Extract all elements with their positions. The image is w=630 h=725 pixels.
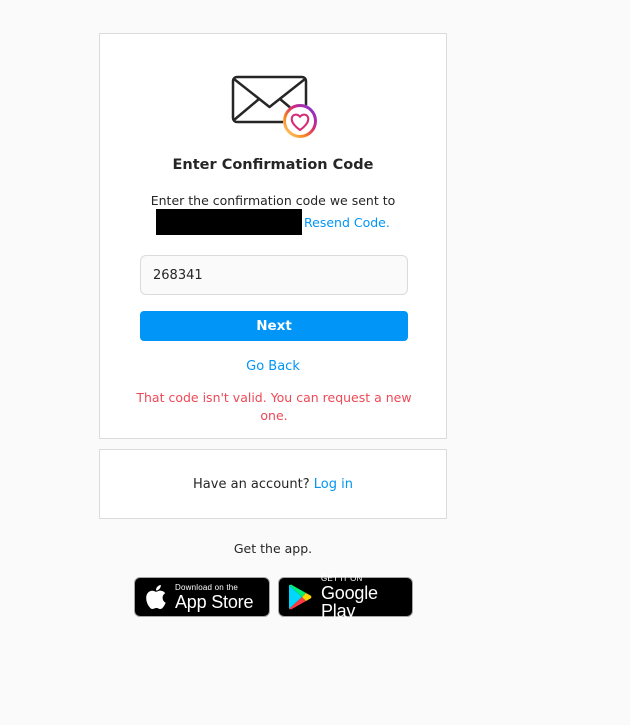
- login-prompt-row: Have an account? Log in: [100, 477, 446, 492]
- login-prompt-text: Have an account?: [193, 477, 310, 492]
- page-title: Enter Confirmation Code: [172, 157, 374, 173]
- instructions-text: Enter the confirmation code we sent to: [150, 193, 396, 208]
- error-message: That code isn't valid. You can request a…: [136, 390, 412, 423]
- app-store-text: Download on the App Store: [175, 582, 254, 612]
- login-card: Have an account? Log in: [99, 449, 447, 519]
- redacted-email: [156, 209, 302, 235]
- app-store-small-text: Download on the: [175, 582, 239, 592]
- google-play-small-text: GET IT ON: [321, 573, 363, 583]
- login-link[interactable]: Log in: [314, 477, 353, 492]
- email-line: Resend Code.: [156, 209, 390, 235]
- mail-heart-icon: [231, 75, 317, 138]
- google-play-badge[interactable]: GET IT ON Google Play: [278, 573, 413, 621]
- next-button[interactable]: Next: [140, 311, 408, 341]
- apple-icon: [146, 585, 166, 609]
- confirmation-code-input[interactable]: [140, 255, 408, 295]
- google-play-big-text: Google Play: [321, 582, 378, 621]
- google-play-icon: [289, 584, 312, 610]
- get-app-label: Get the app.: [233, 541, 313, 556]
- resend-code-link[interactable]: Resend Code.: [304, 215, 390, 230]
- confirmation-card: Enter Confirmation Code Enter the confir…: [99, 33, 447, 439]
- app-store-big-text: App Store: [175, 591, 254, 612]
- google-play-text: GET IT ON Google Play: [321, 573, 412, 621]
- go-back-link[interactable]: Go Back: [100, 359, 446, 374]
- app-store-badge[interactable]: Download on the App Store: [134, 577, 270, 617]
